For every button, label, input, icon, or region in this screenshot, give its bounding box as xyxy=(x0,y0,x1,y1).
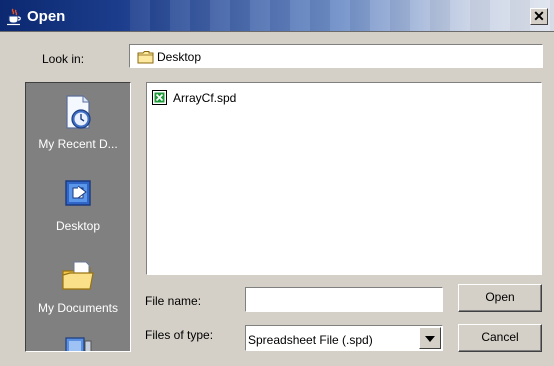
file-name-input[interactable] xyxy=(245,287,443,312)
close-button[interactable]: ✕ xyxy=(530,8,548,25)
look-in-label: Look in: xyxy=(42,52,85,66)
files-of-type-label: Files of type: xyxy=(145,328,214,342)
recent-documents-icon xyxy=(66,95,91,129)
look-in-value: Desktop xyxy=(157,50,202,64)
place-my-recent-documents[interactable]: My Recent D... xyxy=(26,93,130,151)
place-my-documents[interactable]: My Documents xyxy=(26,259,130,315)
place-label: Desktop xyxy=(55,219,101,233)
file-name: ArrayCf.spd xyxy=(173,91,237,105)
close-icon: ✕ xyxy=(533,8,545,24)
window-title: Open xyxy=(27,8,66,25)
look-in-combo[interactable]: Desktop xyxy=(129,44,543,68)
place-label: My Documents xyxy=(37,301,119,315)
desktop-icon xyxy=(65,180,91,206)
spreadsheet-file-icon xyxy=(152,90,167,105)
places-bar: My Recent D... Desktop My Documents xyxy=(25,82,131,352)
my-documents-icon xyxy=(62,261,94,290)
place-my-computer[interactable] xyxy=(26,335,130,351)
open-button[interactable]: Open xyxy=(458,284,542,312)
file-list[interactable]: ArrayCf.spd xyxy=(146,82,542,275)
files-of-type-combo[interactable]: Spreadsheet File (.spd) xyxy=(245,325,443,351)
folder-icon xyxy=(137,51,154,64)
my-computer-icon xyxy=(65,337,92,351)
title-bar[interactable]: Open ✕ xyxy=(0,0,554,32)
file-name-label: File name: xyxy=(145,294,202,308)
chevron-down-icon[interactable] xyxy=(419,327,441,349)
place-label: My Recent D... xyxy=(38,137,118,151)
cancel-button[interactable]: Cancel xyxy=(458,324,542,352)
java-cup-icon xyxy=(7,8,21,26)
files-of-type-value: Spreadsheet File (.spd) xyxy=(248,333,373,347)
place-desktop[interactable]: Desktop xyxy=(26,177,130,233)
